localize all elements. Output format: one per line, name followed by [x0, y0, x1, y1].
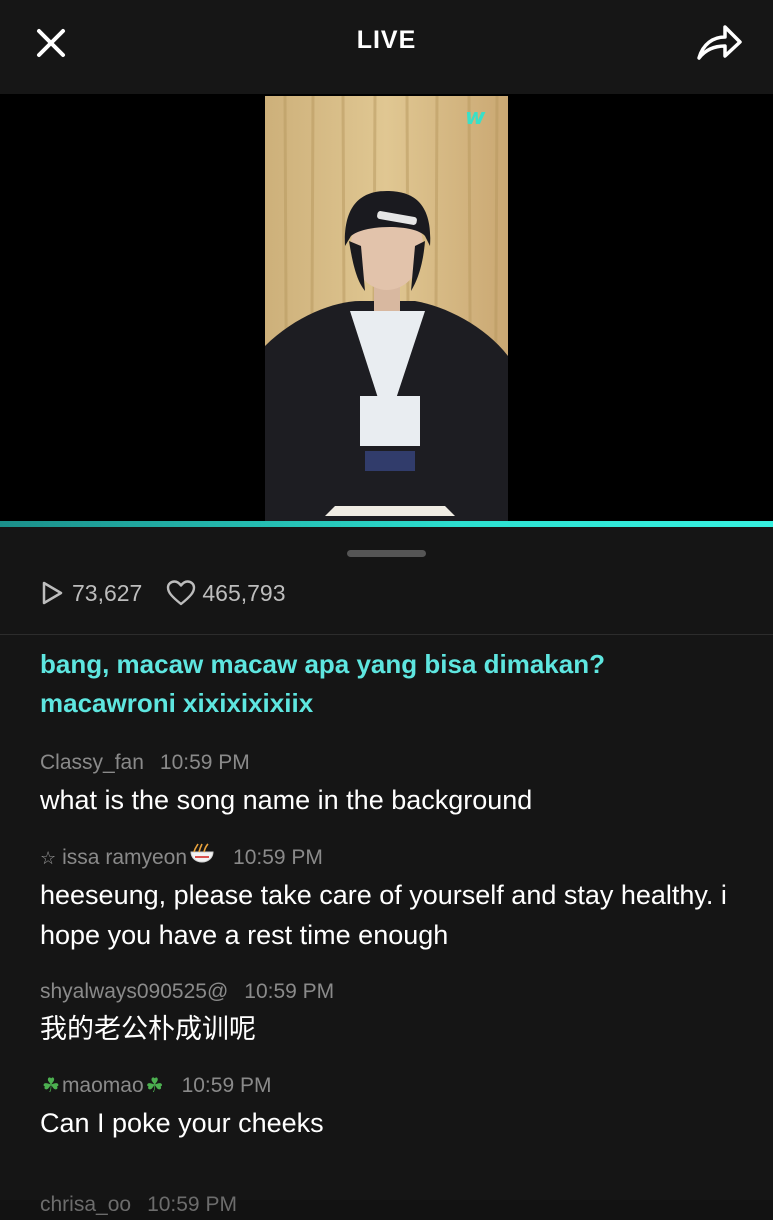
comment-username[interactable]: chrisa_oo	[40, 1190, 131, 1220]
comment-username[interactable]: shyalways090525@	[40, 977, 228, 1007]
watermark-logo: w	[465, 105, 486, 130]
comment-list: Classy_fan 10:59 PM what is the song nam…	[40, 748, 740, 1165]
star-icon: ☆	[40, 847, 57, 868]
comment-time: 10:59 PM	[233, 845, 323, 869]
view-count-value: 73,627	[72, 579, 143, 606]
comment-item: shyalways090525@ 10:59 PM 我的老公朴成训呢	[40, 977, 740, 1049]
like-count: 465,793	[166, 579, 286, 607]
comment-username[interactable]: issa ramyeon	[62, 843, 187, 873]
comment-time: 10:59 PM	[159, 751, 250, 774]
video-player[interactable]: w	[0, 94, 773, 524]
clover-icon: ☘	[42, 1075, 60, 1097]
noodle-icon	[189, 842, 215, 873]
comment-text: 我的老公朴成训呢	[40, 1014, 256, 1044]
comment-text: what is the song name in the background	[40, 785, 533, 815]
page-title: LIVE	[356, 26, 417, 54]
comment-item: Classy_fan 10:59 PM what is the song nam…	[40, 748, 740, 820]
comment-time: 10:59 PM	[147, 1193, 237, 1216]
comment-text: heeseung, please take care of yourself a…	[40, 880, 727, 950]
clover-icon: ☘	[145, 1075, 164, 1097]
comment-time: 10:59 PM	[181, 1074, 272, 1097]
top-bar: LIVE	[0, 0, 773, 94]
comment-text: Can I poke your cheeks	[40, 1108, 324, 1138]
play-icon	[42, 581, 63, 605]
comment-item: ☘ maomao ☘ 10:59 PM Can I poke your chee…	[40, 1071, 740, 1143]
comment-item-partial: chrisa_oo 10:59 PM	[40, 1190, 237, 1220]
view-count: 73,627	[38, 579, 142, 607]
share-icon[interactable]	[693, 18, 745, 66]
stats-row: 73,627 465,793	[38, 576, 306, 610]
heart-icon[interactable]	[166, 579, 196, 607]
like-count-value: 465,793	[202, 579, 286, 606]
video-frame: w	[265, 96, 508, 522]
comment-time: 10:59 PM	[244, 980, 335, 1003]
drag-handle[interactable]	[347, 550, 426, 557]
comment-username[interactable]: Classy_fan	[40, 748, 144, 778]
comment-username[interactable]: maomao	[62, 1071, 144, 1101]
comment-item: ☆ issa ramyeon 10:59 PM heeseung, please…	[40, 842, 740, 955]
divider	[0, 634, 773, 635]
highlighted-comment: bang, macaw macaw apa yang bisa dimakan?…	[40, 649, 605, 718]
